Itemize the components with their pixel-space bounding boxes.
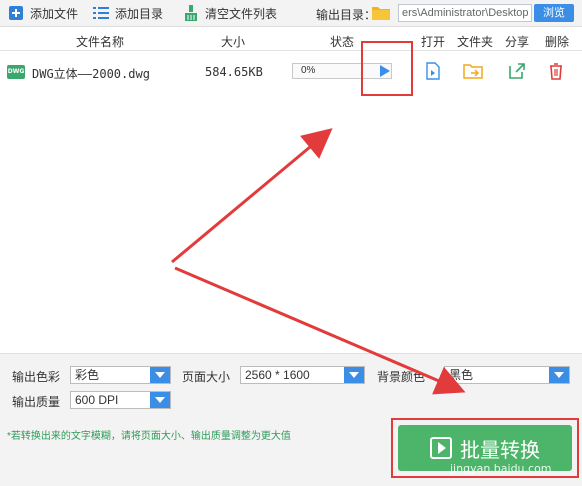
page-size-label: 页面大小 [182, 370, 231, 384]
header-folder: 文件夹 [457, 35, 494, 49]
color-select[interactable]: 彩色 [70, 366, 171, 384]
highlight-box-play [361, 41, 413, 96]
page-size-select[interactable]: 2560 * 1600 [240, 366, 365, 384]
bg-color-value: 黑色 [449, 368, 474, 382]
dwg-file-icon: DWG [7, 65, 25, 79]
file-name: DWG立体——2000.dwg [32, 67, 150, 81]
open-folder-icon[interactable] [463, 62, 483, 80]
output-options-panel: 输出色彩 彩色 页面大小 2560 * 1600 背景颜色 黑色 输出质量 60… [0, 353, 582, 415]
browse-button[interactable]: 浏览 [534, 4, 574, 22]
tip-text: *若转换出来的文字模糊，请将页面大小、输出质量调整为更大值 [7, 431, 291, 442]
highlight-box-convert [391, 418, 579, 478]
header-status: 状态 [330, 35, 355, 49]
chevron-down-icon [344, 367, 364, 383]
quality-select[interactable]: 600 DPI [70, 391, 171, 409]
file-table-header: 文件名称 大小 状态 打开 文件夹 分享 删除 [0, 27, 582, 51]
open-file-icon[interactable] [424, 62, 442, 80]
chevron-down-icon [549, 367, 569, 383]
color-value: 彩色 [75, 368, 100, 382]
arrow-to-play [171, 128, 333, 264]
folder-icon[interactable] [372, 4, 390, 20]
add-file-button[interactable]: 添加文件 [8, 4, 78, 22]
color-label: 输出色彩 [12, 370, 61, 384]
quality-label: 输出质量 [12, 395, 61, 409]
file-size: 584.65KB [205, 65, 263, 79]
header-name: 文件名称 [76, 35, 125, 49]
chevron-down-icon [150, 367, 170, 383]
quality-value: 600 DPI [75, 393, 119, 407]
table-row[interactable]: DWG DWG立体——2000.dwg 584.65KB 0% [0, 56, 582, 88]
clear-list-label: 清空文件列表 [205, 6, 278, 21]
add-directory-label: 添加目录 [115, 6, 164, 21]
output-path-field[interactable]: ers\Administrator\Desktop [398, 4, 532, 22]
list-icon [93, 5, 109, 21]
output-dir-label: 输出目录： [316, 8, 377, 22]
add-file-label: 添加文件 [30, 6, 79, 21]
share-icon[interactable] [508, 62, 526, 80]
delete-icon[interactable] [547, 62, 565, 80]
header-open: 打开 [421, 35, 446, 49]
plus-icon [8, 5, 24, 21]
header-delete: 删除 [545, 35, 570, 49]
page-size-value: 2560 * 1600 [245, 368, 310, 382]
bg-color-select[interactable]: 黑色 [444, 366, 570, 384]
toolbar: 添加文件 添加目录 清空文件列表 输出目录： ers\Administrator… [0, 0, 582, 27]
add-directory-button[interactable]: 添加目录 [93, 4, 163, 22]
header-share: 分享 [505, 35, 530, 49]
progress-text: 0% [301, 65, 316, 76]
chevron-down-icon [150, 392, 170, 408]
header-size: 大小 [221, 35, 246, 49]
bg-color-label: 背景颜色 [377, 370, 426, 384]
clear-list-button[interactable]: 清空文件列表 [183, 4, 277, 22]
broom-icon [183, 5, 199, 21]
